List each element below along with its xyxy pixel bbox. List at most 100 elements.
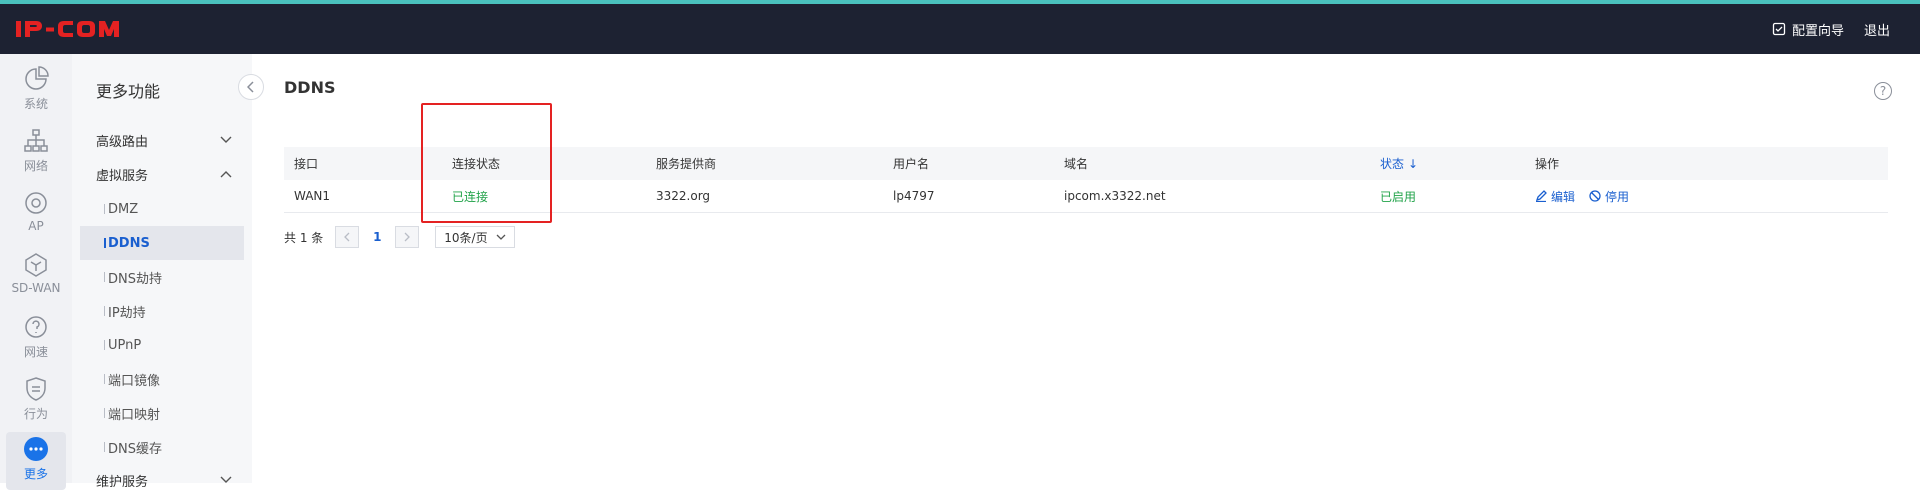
group-maintenance[interactable]: 维护服务 <box>96 470 232 490</box>
sdwan-icon <box>25 253 47 277</box>
ip-com-logo <box>16 18 132 40</box>
table-header: 接口 连接状态 服务提供商 用户名 域名 状态 ↓ 操作 <box>284 147 1888 180</box>
cell-username: lp4797 <box>893 189 935 203</box>
cell-interface: WAN1 <box>294 189 331 203</box>
page-size-value: 10条/页 <box>444 230 488 245</box>
submenu-item-dmz[interactable]: DMZ <box>80 192 244 226</box>
chevron-left-icon <box>344 232 350 242</box>
collapse-sidebar-button[interactable] <box>238 74 264 100</box>
more-icon <box>24 437 48 461</box>
behavior-icon <box>26 377 46 401</box>
col-status-label: 状态 <box>1380 157 1405 171</box>
next-page-button[interactable] <box>395 226 420 248</box>
cell-actions: 编辑 停用 <box>1525 180 1888 213</box>
help-icon[interactable]: ? <box>1874 82 1892 100</box>
col-interface: 接口 <box>294 157 319 171</box>
disable-icon <box>1589 190 1601 202</box>
network-tree-icon <box>24 129 48 152</box>
total-count: 共 1 条 <box>284 230 324 245</box>
logout-button[interactable]: 退出 <box>1864 20 1890 39</box>
secondary-nav: 更多功能 高级路由 虚拟服务 DMZ DDNS DNS劫持 IP劫持 UPnP … <box>72 54 252 490</box>
nav-speed-label: 网速 <box>23 345 48 359</box>
group-advanced-routing[interactable]: 高级路由 <box>96 130 232 150</box>
item-marker <box>104 306 105 316</box>
speed-icon <box>25 316 47 338</box>
page-size-select[interactable]: 10条/页 <box>435 226 515 248</box>
item-marker <box>104 340 105 350</box>
main-content: DDNS ? 接口 连接状态 服务提供商 用户名 域名 状态 ↓ 操作 WAN1… <box>252 54 1920 483</box>
pagination: 共 1 条 1 10条/页 <box>284 226 515 248</box>
submenu-item-port-mapping[interactable]: 端口映射 <box>80 396 244 430</box>
ap-icon <box>25 192 47 214</box>
submenu-item-dns-cache-label: DNS缓存 <box>108 441 162 457</box>
submenu-item-port-mirror-label: 端口镜像 <box>108 373 161 389</box>
prev-page-button[interactable] <box>335 226 360 248</box>
group-advanced-routing-label: 高级路由 <box>96 134 149 150</box>
submenu-item-ddns[interactable]: DDNS <box>80 226 244 260</box>
nav-behavior-label: 行为 <box>23 407 48 421</box>
item-marker <box>104 442 105 452</box>
top-bar: 配置向导 退出 <box>0 4 1920 54</box>
submenu-item-port-mirror[interactable]: 端口镜像 <box>80 362 244 396</box>
config-wizard-label: 配置向导 <box>1791 23 1844 39</box>
page-number[interactable]: 1 <box>359 230 395 244</box>
nav-speed[interactable]: 网速 <box>6 310 66 368</box>
submenu-item-dns-hijack[interactable]: DNS劫持 <box>80 260 244 294</box>
ddns-table: 接口 连接状态 服务提供商 用户名 域名 状态 ↓ 操作 WAN1 已连接 33… <box>284 147 1888 213</box>
chevron-down-icon <box>220 136 232 143</box>
pie-chart-icon <box>25 66 49 90</box>
nav-network[interactable]: 网络 <box>6 124 66 182</box>
primary-nav: 系统 网络 AP SD-WAN 网速 行为 更多 <box>0 54 72 490</box>
col-username: 用户名 <box>893 157 930 171</box>
col-connection: 连接状态 <box>452 157 501 171</box>
submenu-item-ddns-label: DDNS <box>108 235 150 251</box>
config-wizard-button[interactable]: 配置向导 <box>1772 20 1844 39</box>
group-virtual-service-label: 虚拟服务 <box>96 168 149 184</box>
nav-system-label: 系统 <box>23 97 48 111</box>
wizard-icon <box>1772 22 1786 36</box>
item-marker <box>104 374 105 384</box>
cell-domain: ipcom.x3322.net <box>1064 189 1166 203</box>
col-domain: 域名 <box>1064 157 1089 171</box>
disable-button[interactable]: 停用 <box>1589 188 1629 205</box>
item-marker <box>104 204 105 214</box>
nav-sdwan-label: SD-WAN <box>11 281 61 295</box>
cell-provider: 3322.org <box>656 189 711 203</box>
col-status: 状态 ↓ <box>1370 147 1525 180</box>
disable-label: 停用 <box>1605 189 1630 204</box>
nav-network-label: 网络 <box>23 159 48 173</box>
nav-more[interactable]: 更多 <box>6 432 66 490</box>
submenu-item-dns-cache[interactable]: DNS缓存 <box>80 430 244 464</box>
chevron-left-icon <box>247 81 254 93</box>
nav-behavior[interactable]: 行为 <box>6 372 66 430</box>
submenu-item-upnp-label: UPnP <box>108 337 142 353</box>
item-marker <box>104 272 105 282</box>
group-virtual-service[interactable]: 虚拟服务 <box>96 164 232 184</box>
sort-down-icon: ↓ <box>1408 156 1419 171</box>
chevron-right-icon <box>404 232 411 242</box>
submenu-item-ip-hijack[interactable]: IP劫持 <box>80 294 244 328</box>
chevron-up-icon <box>220 171 232 178</box>
submenu-item-port-mapping-label: 端口映射 <box>108 407 161 423</box>
submenu-item-dmz-label: DMZ <box>108 201 139 217</box>
edit-label: 编辑 <box>1551 189 1576 204</box>
nav-ap[interactable]: AP <box>6 186 66 244</box>
cell-connection: 已连接 <box>452 189 489 204</box>
submenu-title: 更多功能 <box>96 82 161 101</box>
col-provider: 服务提供商 <box>656 157 717 171</box>
col-actions: 操作 <box>1535 157 1560 171</box>
nav-sdwan[interactable]: SD-WAN <box>6 248 66 306</box>
nav-ap-label: AP <box>28 219 44 233</box>
page-title: DDNS <box>284 78 336 97</box>
logout-label: 退出 <box>1863 23 1890 39</box>
nav-more-label: 更多 <box>23 467 48 481</box>
submenu-item-upnp[interactable]: UPnP <box>80 328 244 362</box>
item-marker <box>104 238 106 248</box>
item-marker <box>104 408 105 418</box>
table-row: WAN1 已连接 3322.org lp4797 ipcom.x3322.net… <box>284 180 1888 213</box>
status-sort-button[interactable]: 状态 ↓ <box>1380 155 1418 172</box>
cell-status: 已启用 <box>1380 189 1417 204</box>
nav-system[interactable]: 系统 <box>6 62 66 120</box>
edit-button[interactable]: 编辑 <box>1535 188 1575 205</box>
submenu-item-ip-hijack-label: IP劫持 <box>108 305 146 321</box>
